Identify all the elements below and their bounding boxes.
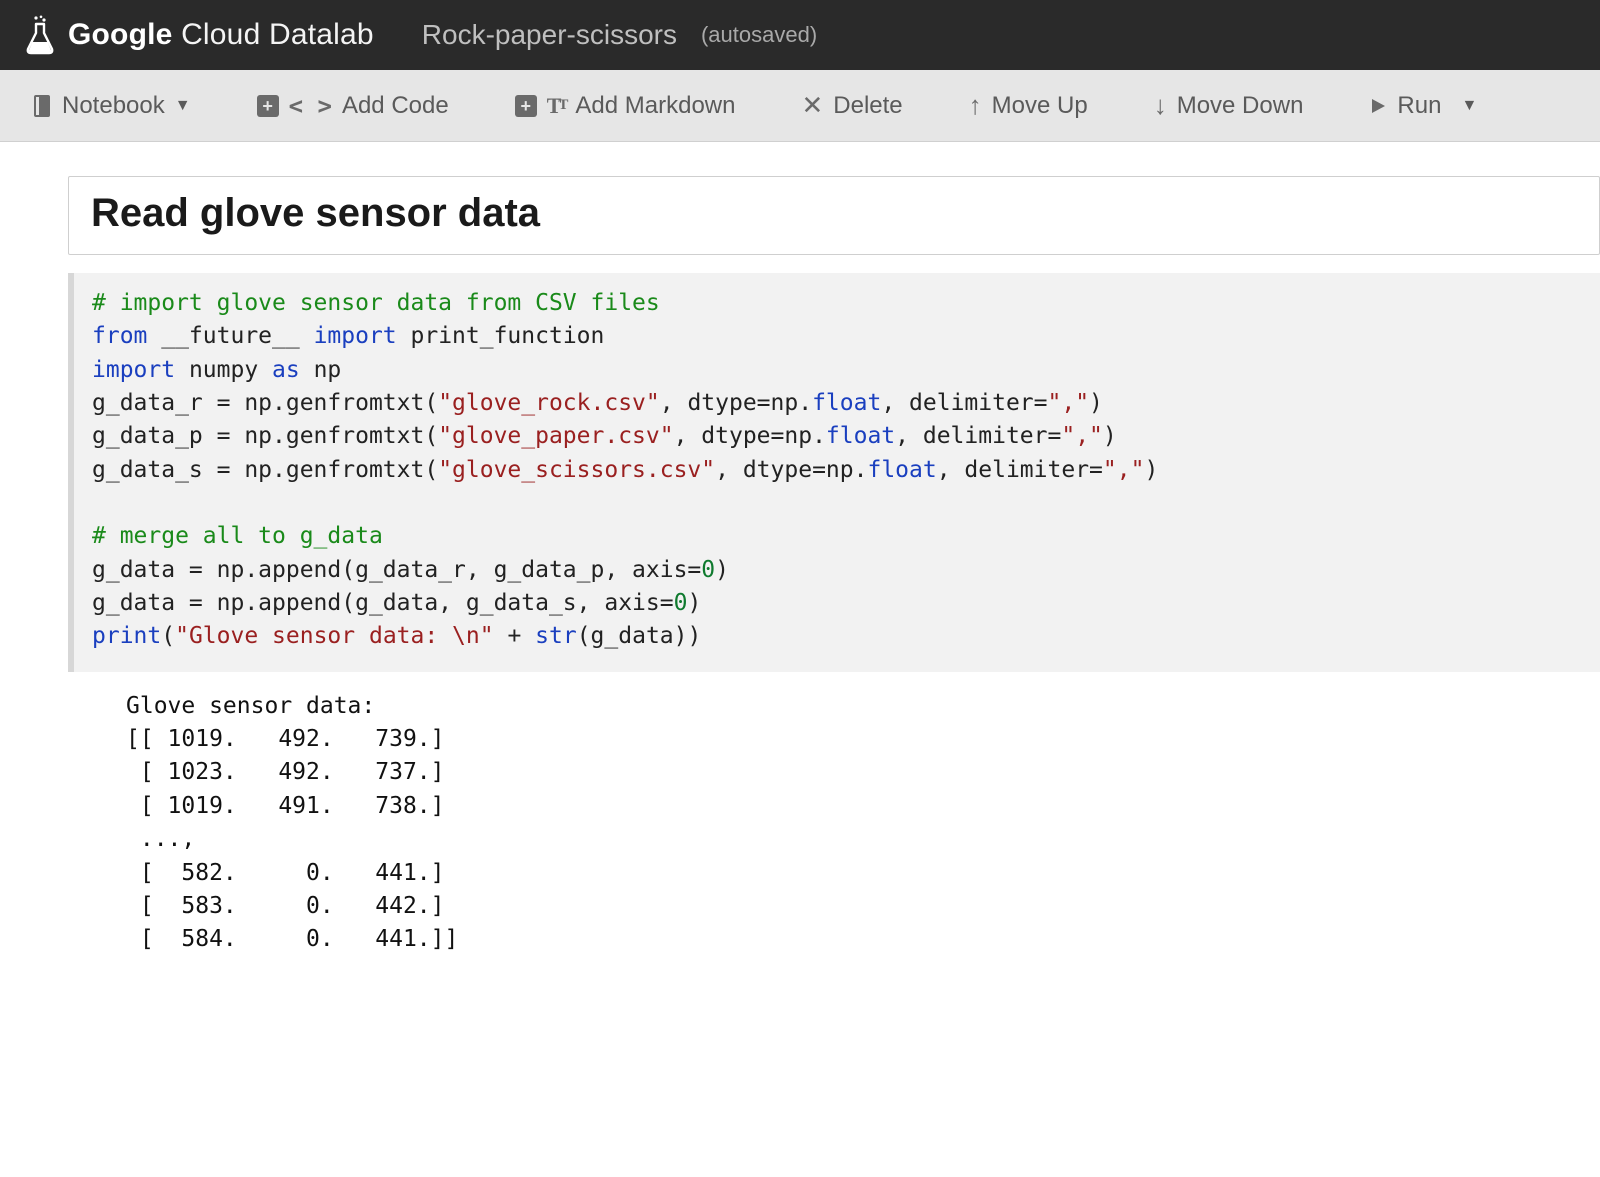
code-text: , delimiter= <box>937 457 1103 483</box>
caret-down-icon: ▼ <box>1461 97 1477 115</box>
code-text: , dtype=np. <box>660 390 812 416</box>
code-string: "glove_rock.csv" <box>438 390 660 416</box>
code-text: g_data = np.append(g_data, g_data_s, axi… <box>92 590 674 616</box>
toolbar: Notebook ▼ + < > Add Code + TT Add Markd… <box>0 70 1600 142</box>
code-text: g_data_s = np.genfromtxt( <box>92 457 438 483</box>
notebook-title[interactable]: Rock-paper-scissors <box>422 19 677 51</box>
code-text: ) <box>687 590 701 616</box>
output-cell: Glove sensor data: [[ 1019. 492. 739.] [… <box>68 672 1600 957</box>
code-builtin: float <box>867 457 936 483</box>
move-down-button[interactable]: ↓ Move Down <box>1140 82 1318 129</box>
move-down-label: Move Down <box>1177 92 1304 120</box>
code-number: 0 <box>701 557 715 583</box>
code-text: , dtype=np. <box>715 457 867 483</box>
code-keyword: from <box>92 323 147 349</box>
notebook-menu-button[interactable]: Notebook ▼ <box>18 84 205 128</box>
delete-label: Delete <box>833 92 902 120</box>
brand-google: Google <box>68 18 173 51</box>
top-header: Google Cloud Datalab Rock-paper-scissors… <box>0 0 1600 70</box>
run-label: Run <box>1397 92 1441 120</box>
code-text: numpy <box>175 357 272 383</box>
add-markdown-label: Add Markdown <box>575 92 735 120</box>
brand-rest: Cloud Datalab <box>173 18 374 51</box>
plus-icon: + <box>257 95 279 117</box>
code-string: "," <box>1061 423 1103 449</box>
code-string: "glove_scissors.csv" <box>438 457 715 483</box>
plus-icon: + <box>515 95 537 117</box>
code-text: ) <box>1103 423 1117 449</box>
code-text: , delimiter= <box>895 423 1061 449</box>
code-text: g_data_p = np.genfromtxt( <box>92 423 438 449</box>
code-text: + <box>494 623 536 649</box>
code-string: "Glove sensor data: \n" <box>175 623 494 649</box>
code-keyword: as <box>272 357 300 383</box>
code-text: g_data_r = np.genfromtxt( <box>92 390 438 416</box>
move-up-button[interactable]: ↑ Move Up <box>955 82 1102 129</box>
brand-text: Google Cloud Datalab <box>68 18 374 52</box>
run-button[interactable]: Run ▼ <box>1355 84 1491 128</box>
notebook-menu-label: Notebook <box>62 92 165 120</box>
add-code-button[interactable]: + < > Add Code <box>243 84 463 128</box>
code-text: , delimiter= <box>881 390 1047 416</box>
code-comment: # import glove sensor data from CSV file… <box>92 290 660 316</box>
code-string: "," <box>1048 390 1090 416</box>
delete-button[interactable]: ✕ Delete <box>787 82 916 129</box>
code-text: ) <box>1144 457 1158 483</box>
code-number: 0 <box>674 590 688 616</box>
notebook-body: Read glove sensor data # import glove se… <box>0 142 1600 957</box>
add-markdown-button[interactable]: + TT Add Markdown <box>501 84 750 128</box>
markdown-heading: Read glove sensor data <box>91 191 1577 236</box>
code-icon: < > <box>289 92 332 120</box>
code-text: ( <box>161 623 175 649</box>
code-text: , dtype=np. <box>674 423 826 449</box>
code-cell[interactable]: # import glove sensor data from CSV file… <box>68 273 1600 672</box>
move-up-label: Move Up <box>992 92 1088 120</box>
code-text: __future__ <box>147 323 313 349</box>
code-comment: # merge all to g_data <box>92 523 383 549</box>
code-keyword: import <box>92 357 175 383</box>
code-builtin: float <box>826 423 895 449</box>
arrow-up-icon: ↑ <box>969 90 982 121</box>
arrow-down-icon: ↓ <box>1154 90 1167 121</box>
datalab-flask-icon <box>24 14 56 56</box>
markdown-cell[interactable]: Read glove sensor data <box>68 176 1600 255</box>
code-text: g_data = np.append(g_data_r, g_data_p, a… <box>92 557 701 583</box>
caret-down-icon: ▼ <box>175 97 191 115</box>
play-icon <box>1369 97 1387 115</box>
notebook-icon <box>32 94 52 118</box>
code-builtin: print <box>92 623 161 649</box>
code-string: "," <box>1103 457 1145 483</box>
code-text: np <box>300 357 342 383</box>
code-text: (g_data)) <box>577 623 702 649</box>
code-keyword: import <box>314 323 397 349</box>
code-string: "glove_paper.csv" <box>438 423 673 449</box>
code-text: print_function <box>397 323 605 349</box>
code-text: ) <box>715 557 729 583</box>
code-builtin: float <box>812 390 881 416</box>
brand-logo: Google Cloud Datalab <box>24 14 374 56</box>
add-code-label: Add Code <box>342 92 449 120</box>
text-icon: TT <box>547 93 566 119</box>
code-builtin: str <box>535 623 577 649</box>
close-icon: ✕ <box>801 90 823 121</box>
code-text: ) <box>1089 390 1103 416</box>
autosaved-status: (autosaved) <box>701 22 817 48</box>
